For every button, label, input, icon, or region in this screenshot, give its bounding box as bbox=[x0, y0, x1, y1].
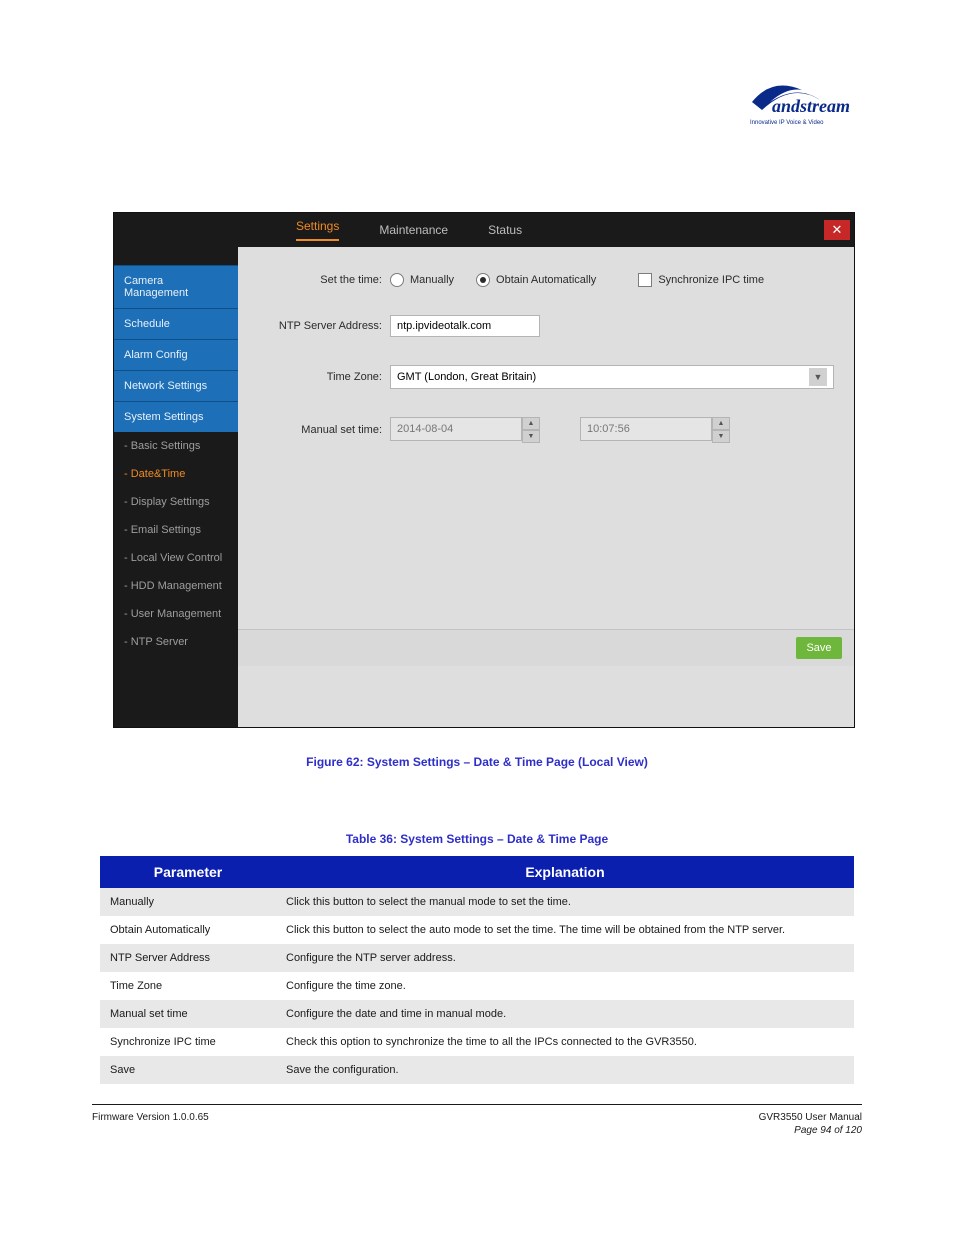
footer-divider bbox=[92, 1104, 862, 1105]
th-explanation: Explanation bbox=[276, 856, 854, 888]
footer-page: Page 94 of 120 bbox=[794, 1125, 862, 1136]
td-param: Save bbox=[100, 1056, 276, 1084]
table-row: NTP Server Address Configure the NTP ser… bbox=[100, 944, 854, 972]
row-set-time: Set the time: Manually Obtain Automatica… bbox=[246, 273, 834, 287]
label-manual-set: Manual set time: bbox=[246, 424, 382, 436]
sidebar-sub-ntp-server[interactable]: - NTP Server bbox=[114, 628, 238, 656]
radio-manually-label[interactable]: Manually bbox=[410, 274, 454, 286]
select-timezone[interactable]: GMT (London, Great Britain) ▼ bbox=[390, 365, 834, 389]
close-icon: ✕ bbox=[832, 222, 843, 238]
input-ntp-server[interactable] bbox=[390, 315, 540, 337]
row-ntp: NTP Server Address: bbox=[246, 315, 834, 337]
td-param: Synchronize IPC time bbox=[100, 1028, 276, 1056]
svg-text:andstream: andstream bbox=[772, 96, 850, 116]
table-title: Table 36: System Settings – Date & Time … bbox=[0, 830, 954, 848]
label-ntp: NTP Server Address: bbox=[246, 320, 382, 332]
table-title-text: Table 36: System Settings – Date & Time … bbox=[346, 832, 608, 846]
tab-strip: Settings Maintenance Status bbox=[264, 213, 522, 247]
sidebar-item-alarm-config[interactable]: Alarm Config bbox=[114, 339, 238, 370]
label-set-time: Set the time: bbox=[246, 274, 382, 286]
sidebar-sub-local-view-control[interactable]: - Local View Control bbox=[114, 544, 238, 572]
checkbox-sync-ipc-label[interactable]: Synchronize IPC time bbox=[658, 274, 764, 286]
form-footer: Save bbox=[238, 629, 854, 666]
sidebar-sub-email-settings[interactable]: - Email Settings bbox=[114, 516, 238, 544]
td-param: Time Zone bbox=[100, 972, 276, 1000]
sidebar-item-network-settings[interactable]: Network Settings bbox=[114, 370, 238, 401]
chevron-down-icon: ▼ bbox=[809, 368, 827, 386]
spinner-date-value[interactable]: 2014-08-04 bbox=[390, 417, 522, 441]
radio-manually[interactable] bbox=[390, 273, 404, 287]
topbar: Settings Maintenance Status ✕ bbox=[114, 213, 854, 247]
svg-text:Innovative IP Voice & Video: Innovative IP Voice & Video bbox=[750, 120, 824, 126]
table-row: Synchronize IPC time Check this option t… bbox=[100, 1028, 854, 1056]
row-manual-set: Manual set time: 2014-08-04 ▲ ▼ 10:07:56… bbox=[246, 417, 834, 443]
radio-obtain-auto-label[interactable]: Obtain Automatically bbox=[496, 274, 596, 286]
td-expl: Configure the time zone. bbox=[276, 972, 854, 1000]
td-expl: Configure the date and time in manual mo… bbox=[276, 1000, 854, 1028]
settings-window: Settings Maintenance Status ✕ Camera Man… bbox=[113, 212, 855, 728]
footer-firmware: Firmware Version 1.0.0.65 bbox=[92, 1112, 209, 1123]
td-param: Manually bbox=[100, 888, 276, 916]
sidebar-sub-hdd-management[interactable]: - HDD Management bbox=[114, 572, 238, 600]
sidebar: Camera Management Schedule Alarm Config … bbox=[114, 247, 238, 727]
td-expl: Save the configuration. bbox=[276, 1056, 854, 1084]
td-expl: Click this button to select the auto mod… bbox=[276, 916, 854, 944]
sidebar-sub-user-management[interactable]: - User Management bbox=[114, 600, 238, 628]
select-timezone-value: GMT (London, Great Britain) bbox=[397, 371, 536, 383]
figure-caption: Figure 62: System Settings – Date & Time… bbox=[0, 753, 954, 771]
save-button[interactable]: Save bbox=[796, 637, 842, 659]
sidebar-item-camera-management[interactable]: Camera Management bbox=[114, 265, 238, 308]
td-expl: Check this option to synchronize the tim… bbox=[276, 1028, 854, 1056]
spinner-time-value[interactable]: 10:07:56 bbox=[580, 417, 712, 441]
sidebar-sub-basic-settings[interactable]: - Basic Settings bbox=[114, 432, 238, 460]
figure-caption-text: Figure 62: System Settings – Date & Time… bbox=[306, 755, 648, 769]
brand-logo: andstream Innovative IP Voice & Video bbox=[742, 72, 862, 142]
td-param: Manual set time bbox=[100, 1000, 276, 1028]
tab-maintenance[interactable]: Maintenance bbox=[379, 223, 448, 237]
tab-settings[interactable]: Settings bbox=[296, 219, 339, 241]
table-row: Manually Click this button to select the… bbox=[100, 888, 854, 916]
td-expl: Configure the NTP server address. bbox=[276, 944, 854, 972]
content-panel: Set the time: Manually Obtain Automatica… bbox=[238, 247, 854, 727]
td-param: NTP Server Address bbox=[100, 944, 276, 972]
spinner-time-up-icon[interactable]: ▲ bbox=[712, 417, 730, 430]
sidebar-sub-date-time[interactable]: - Date&Time bbox=[114, 460, 238, 488]
table-header: Parameter Explanation bbox=[100, 856, 854, 888]
spinner-date[interactable]: 2014-08-04 ▲ ▼ bbox=[390, 417, 540, 443]
checkbox-sync-ipc[interactable] bbox=[638, 273, 652, 287]
td-param: Obtain Automatically bbox=[100, 916, 276, 944]
table-row: Save Save the configuration. bbox=[100, 1056, 854, 1084]
label-timezone: Time Zone: bbox=[246, 371, 382, 383]
sidebar-sub-display-settings[interactable]: - Display Settings bbox=[114, 488, 238, 516]
sidebar-item-schedule[interactable]: Schedule bbox=[114, 308, 238, 339]
radio-obtain-auto[interactable] bbox=[476, 273, 490, 287]
spinner-date-up-icon[interactable]: ▲ bbox=[522, 417, 540, 430]
close-button[interactable]: ✕ bbox=[824, 220, 850, 240]
topbar-spacer bbox=[114, 213, 264, 247]
spinner-date-down-icon[interactable]: ▼ bbox=[522, 430, 540, 443]
sidebar-item-system-settings[interactable]: System Settings bbox=[114, 401, 238, 432]
footer-manual: GVR3550 User Manual bbox=[759, 1112, 862, 1123]
row-timezone: Time Zone: GMT (London, Great Britain) ▼ bbox=[246, 365, 834, 389]
table-row: Manual set time Configure the date and t… bbox=[100, 1000, 854, 1028]
th-parameter: Parameter bbox=[100, 856, 276, 888]
spinner-time-down-icon[interactable]: ▼ bbox=[712, 430, 730, 443]
table-row: Obtain Automatically Click this button t… bbox=[100, 916, 854, 944]
tab-status[interactable]: Status bbox=[488, 223, 522, 237]
parameter-table: Parameter Explanation Manually Click thi… bbox=[100, 856, 854, 1084]
td-expl: Click this button to select the manual m… bbox=[276, 888, 854, 916]
table-row: Time Zone Configure the time zone. bbox=[100, 972, 854, 1000]
spinner-time[interactable]: 10:07:56 ▲ ▼ bbox=[580, 417, 730, 443]
